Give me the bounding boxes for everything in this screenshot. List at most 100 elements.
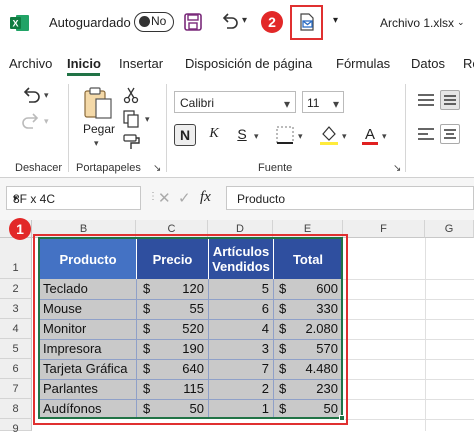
borders-dropdown-icon[interactable]: ▾ [298,131,303,142]
cell-vendidos[interactable]: 3 [212,341,269,356]
column-header-b[interactable]: B [32,220,136,238]
underline-dropdown-icon[interactable]: ▾ [254,131,259,142]
cut-icon[interactable] [123,86,139,104]
copy-dropdown-icon[interactable]: ▾ [145,114,150,125]
clipboard-launcher-icon[interactable]: ↘ [153,163,161,174]
bold-button[interactable]: N [174,124,196,146]
format-painter-icon[interactable] [123,134,141,150]
column-header-d[interactable]: D [208,220,273,238]
filename-chevron-icon[interactable]: ⌄ [457,17,465,28]
undo-icon[interactable] [219,12,239,32]
cell-total[interactable]: 2.080 [292,321,338,336]
undo-menu-icon[interactable]: ▾ [44,90,49,101]
cell-precio[interactable]: 50 [160,401,204,416]
tab-disposicion[interactable]: Disposición de página [185,56,312,71]
paste-icon[interactable] [82,86,114,120]
cell-total[interactable]: 330 [292,301,338,316]
cell-vendidos[interactable]: 4 [212,321,269,336]
name-box[interactable]: 8F x 4C ▾ [6,186,141,210]
cell-vendidos[interactable]: 1 [212,401,269,416]
cell-total[interactable]: 600 [292,281,338,296]
column-header-f[interactable]: F [343,220,425,238]
cell-total[interactable]: 230 [292,381,338,396]
cell-vendidos[interactable]: 2 [212,381,269,396]
table-header-producto[interactable]: Producto [40,239,136,279]
cell-producto[interactable]: Parlantes [43,381,98,396]
align-left-icon[interactable] [416,126,436,142]
confirm-entry-icon[interactable]: ✓ [178,189,191,207]
tab-datos[interactable]: Datos [411,56,445,71]
cell-producto[interactable]: Mouse [43,301,82,316]
table-header-vendidos[interactable]: Artículos Vendidos [209,239,273,279]
redo-menu-icon[interactable]: ▾ [44,116,49,127]
cell-producto[interactable]: Audífonos [43,401,102,416]
align-middle-button[interactable] [440,90,460,110]
column-header-e[interactable]: E [273,220,343,238]
row-header-3[interactable]: 3 [0,299,32,319]
ribbon-undo-icon[interactable] [20,86,42,106]
group-label-font: Fuente [258,162,293,174]
column-header-g[interactable]: G [425,220,474,238]
fill-handle[interactable] [339,415,345,421]
cell-vendidos[interactable]: 6 [212,301,269,316]
cell-vendidos[interactable]: 5 [212,281,269,296]
ribbon-redo-icon[interactable] [20,112,42,132]
row-header-4[interactable]: 4 [0,319,32,339]
row-header-1[interactable]: 1 [0,238,32,279]
cell-producto[interactable]: Impresora [43,341,102,356]
cell-producto[interactable]: Tarjeta Gráfica [43,361,128,376]
underline-button[interactable]: S [232,124,252,146]
font-color-icon[interactable]: A [360,124,380,146]
worksheet-grid[interactable]: B C D E F G 1 2 3 4 5 6 7 8 9 Producto P… [0,220,474,435]
customize-toolbar-icon[interactable]: ▾ [333,15,338,26]
cell-currency: $ [143,341,151,356]
font-color-dropdown-icon[interactable]: ▾ [382,131,387,142]
row-header-6[interactable]: 6 [0,359,32,379]
cell-precio[interactable]: 115 [160,381,204,396]
align-top-icon[interactable] [416,92,436,108]
tab-inicio[interactable]: Inicio [67,56,101,71]
font-name-select[interactable]: Calibri ▾ [174,91,296,113]
column-header-c[interactable]: C [136,220,208,238]
cell-precio[interactable]: 520 [160,321,204,336]
tab-formulas[interactable]: Fórmulas [336,56,390,71]
cell-precio[interactable]: 120 [160,281,204,296]
save-icon[interactable] [184,13,202,31]
font-launcher-icon[interactable]: ↘ [393,163,401,174]
fill-color-dropdown-icon[interactable]: ▾ [342,131,347,142]
copy-icon[interactable] [123,110,139,128]
row-header-5[interactable]: 5 [0,339,32,359]
cell-producto[interactable]: Teclado [43,281,88,296]
cell-total[interactable]: 50 [292,401,338,416]
row-header-8[interactable]: 8 [0,399,32,419]
cell-precio[interactable]: 190 [160,341,204,356]
row-header-7[interactable]: 7 [0,379,32,399]
borders-icon[interactable] [275,125,295,145]
gridline [425,238,426,431]
cell-precio[interactable]: 640 [160,361,204,376]
cancel-entry-icon[interactable]: ✕ [158,189,171,207]
cell-precio[interactable]: 55 [160,301,204,316]
cell-total[interactable]: 4.480 [292,361,338,376]
cell-producto[interactable]: Monitor [43,321,86,336]
svg-text:A: A [365,126,375,143]
table-header-total[interactable]: Total [274,239,342,279]
row-header-2[interactable]: 2 [0,279,32,299]
cell-total[interactable]: 570 [292,341,338,356]
italic-button[interactable]: K [204,124,224,146]
paste-dropdown-icon[interactable]: ▾ [94,138,99,149]
tab-archivo[interactable]: Archivo [9,56,52,71]
cell-vendidos[interactable]: 7 [212,361,269,376]
fill-color-icon[interactable] [318,124,340,146]
align-center-button[interactable] [440,124,460,144]
tab-revisar[interactable]: Re [463,56,474,71]
row-header-9[interactable]: 9 [0,419,32,435]
font-size-select[interactable]: 11 ▾ [302,91,344,113]
tab-insertar[interactable]: Insertar [119,56,163,71]
send-email-icon[interactable] [298,13,316,31]
table-header-precio[interactable]: Precio [137,239,208,279]
paste-label[interactable]: Pegar [83,122,115,136]
insert-function-icon[interactable]: fx [200,189,211,206]
formula-input[interactable]: Producto [226,186,474,210]
undo-dropdown-icon[interactable]: ▾ [242,15,247,26]
